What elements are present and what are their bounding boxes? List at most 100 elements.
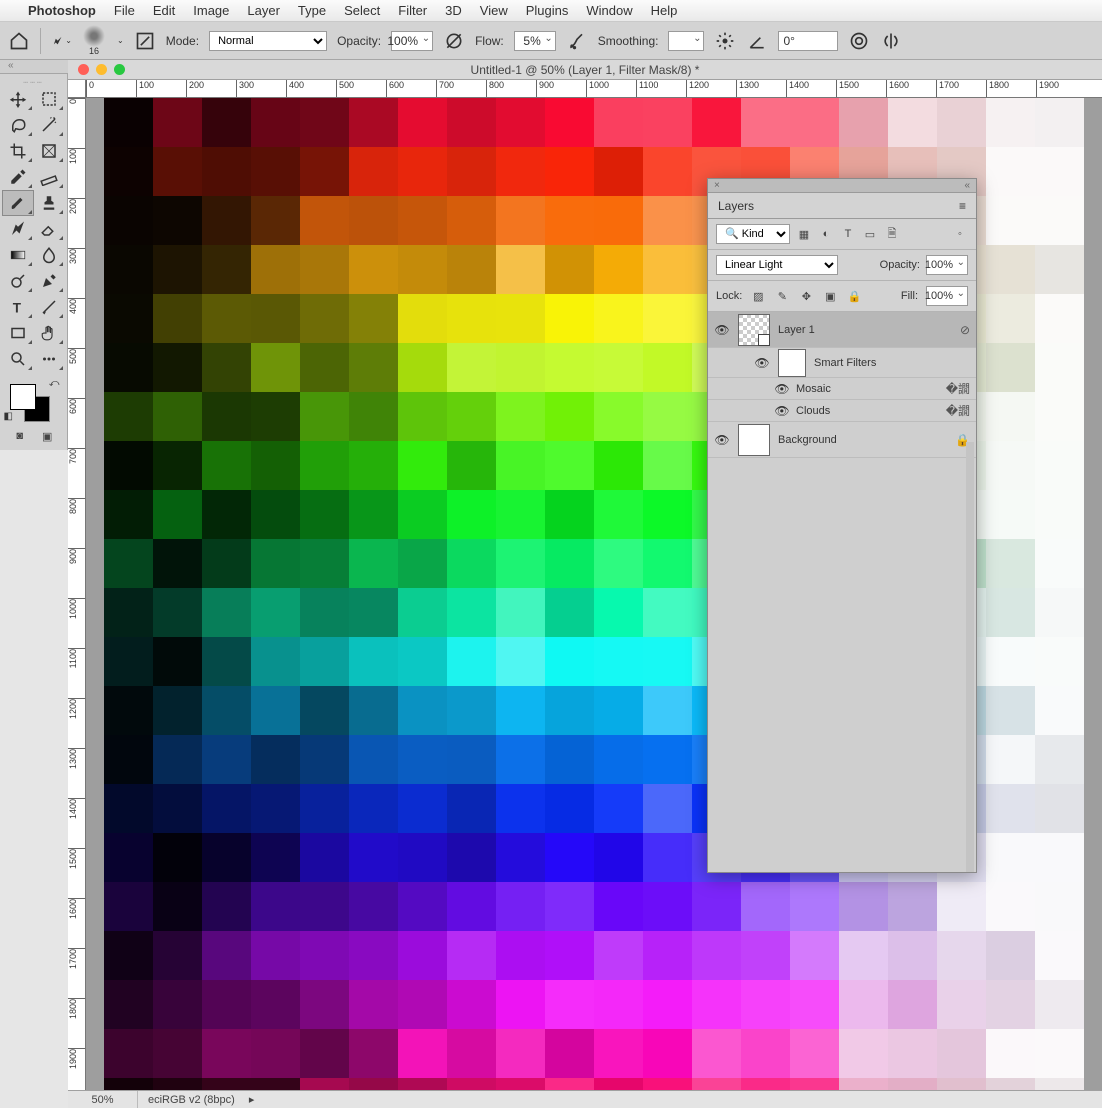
filter-smart-icon[interactable]: 🗎 [884,226,900,242]
menu-file[interactable]: File [114,3,135,18]
tool-blur[interactable] [34,242,66,268]
tool-path[interactable] [34,294,66,320]
foreground-color-swatch[interactable] [10,384,36,410]
filter-mask-thumbnail[interactable] [778,349,806,377]
blend-mode-select[interactable]: Normal [209,31,327,51]
lock-transparent-icon[interactable]: ▨ [750,288,766,304]
opacity-pressure-icon[interactable] [443,30,465,52]
panel-menu-icon[interactable]: ≡ [959,199,966,213]
document-titlebar[interactable]: Untitled-1 @ 50% (Layer 1, Filter Mask/8… [68,60,1102,80]
menu-3d[interactable]: 3D [445,3,462,18]
tool-ruler[interactable] [34,164,66,190]
zoom-level[interactable]: 50% [68,1091,138,1108]
lock-all-icon[interactable]: 🔒 [846,288,862,304]
panel-close-icon[interactable]: × [714,180,720,191]
filter-toggle-icon[interactable]: ◦ [952,226,968,242]
ruler-horizontal[interactable]: 0100200300400500600700800900100011001200… [86,80,1102,98]
app-name[interactable]: Photoshop [28,3,96,18]
size-pressure-icon[interactable] [848,30,870,52]
filter-type-icon[interactable]: T [840,226,856,242]
lock-artboard-icon[interactable]: ▣ [822,288,838,304]
tool-pen[interactable] [34,268,66,294]
tool-wand[interactable] [34,112,66,138]
filter-pixel-icon[interactable]: ▦ [796,226,812,242]
menu-type[interactable]: Type [298,3,326,18]
ruler-vertical[interactable]: 0100200300400500600700800900100011001200… [68,98,86,1090]
filter-name[interactable]: Clouds [796,405,940,417]
visibility-icon[interactable]: 👁 [714,433,730,447]
menu-view[interactable]: View [480,3,508,18]
visibility-icon[interactable]: 👁 [774,404,790,418]
ruler-origin[interactable] [68,80,86,98]
brush-settings-icon[interactable] [134,30,156,52]
tool-text[interactable]: T [2,294,34,320]
menu-help[interactable]: Help [651,3,678,18]
layer-row[interactable]: 👁Background🔒 [708,422,976,458]
layers-scrollbar[interactable] [966,442,974,872]
angle-input[interactable]: 0° [778,31,838,51]
tool-move[interactable] [2,86,34,112]
layer-name[interactable]: Layer 1 [778,324,952,336]
tool-hand[interactable] [34,320,66,346]
tool-eraser[interactable] [34,216,66,242]
tool-preset-icon[interactable]: ⌄ [51,30,73,52]
flow-input[interactable]: 5% [514,31,556,51]
tool-crop[interactable] [2,138,34,164]
menu-window[interactable]: Window [586,3,632,18]
opacity-input[interactable]: 100% [391,31,433,51]
lock-position-icon[interactable]: ✥ [798,288,814,304]
tool-gradient[interactable] [2,242,34,268]
home-icon[interactable] [8,30,30,52]
filter-row-mosaic[interactable]: 👁 Mosaic �譋 [708,378,976,400]
filter-adjust-icon[interactable]: ◐ [818,226,834,242]
brush-picker-caret-icon[interactable]: ⌄ [117,36,124,45]
visibility-icon[interactable]: 👁 [754,356,770,370]
menu-filter[interactable]: Filter [398,3,427,18]
layer-opacity-input[interactable]: 100% [926,255,968,275]
airbrush-icon[interactable] [566,30,588,52]
tool-frame[interactable] [34,138,66,164]
menu-plugins[interactable]: Plugins [526,3,569,18]
tool-more[interactable] [34,346,66,372]
menu-layer[interactable]: Layer [247,3,280,18]
layer-filter-kind-select[interactable]: 🔍 Kind [716,224,790,244]
filter-row-clouds[interactable]: 👁 Clouds �譋 [708,400,976,422]
tool-lasso[interactable] [2,112,34,138]
layer-row[interactable]: 👁Layer 1⊘ [708,312,976,348]
menu-image[interactable]: Image [193,3,229,18]
tool-history[interactable] [2,216,34,242]
smoothing-input[interactable] [668,31,704,51]
filter-blend-icon[interactable]: �譋 [946,380,970,397]
quickmask-icon[interactable]: ◙ [12,428,28,444]
panel-grip-icon[interactable]: ┄┄┄ [2,78,65,86]
swap-colors-icon[interactable]: ⤺ [49,378,60,389]
document-profile[interactable]: eciRGB v2 (8bpc) [138,1094,245,1106]
default-colors-icon[interactable]: ◧ [4,411,13,422]
tool-zoom[interactable] [2,346,34,372]
lock-pixels-icon[interactable]: ✎ [774,288,790,304]
smoothing-options-icon[interactable] [714,30,736,52]
layer-thumbnail[interactable] [738,424,770,456]
tool-rect[interactable] [2,320,34,346]
menu-select[interactable]: Select [344,3,380,18]
filter-shape-icon[interactable]: ▭ [862,226,878,242]
tool-dodge[interactable] [2,268,34,294]
smart-filters-row[interactable]: 👁Smart Filters [708,348,976,378]
visibility-icon[interactable]: 👁 [714,323,730,337]
panel-collapse-icon[interactable]: « [964,180,970,191]
symmetry-icon[interactable] [880,30,902,52]
fill-input[interactable]: 100% [926,286,968,306]
tool-eyedrop[interactable] [2,164,34,190]
layer-thumbnail[interactable] [738,314,770,346]
filter-name[interactable]: Mosaic [796,383,940,395]
filter-blend-icon[interactable]: �譋 [946,402,970,419]
menu-edit[interactable]: Edit [153,3,175,18]
tool-brush[interactable] [2,190,34,216]
layer-name[interactable]: Background [778,434,947,446]
layers-tab[interactable]: Layers [718,199,754,213]
tool-marquee[interactable] [34,86,66,112]
visibility-icon[interactable]: 👁 [774,382,790,396]
blend-mode-layer-select[interactable]: Linear Light [716,255,838,275]
screenmode-icon[interactable]: ▣ [39,428,55,444]
tool-stamp[interactable] [34,190,66,216]
